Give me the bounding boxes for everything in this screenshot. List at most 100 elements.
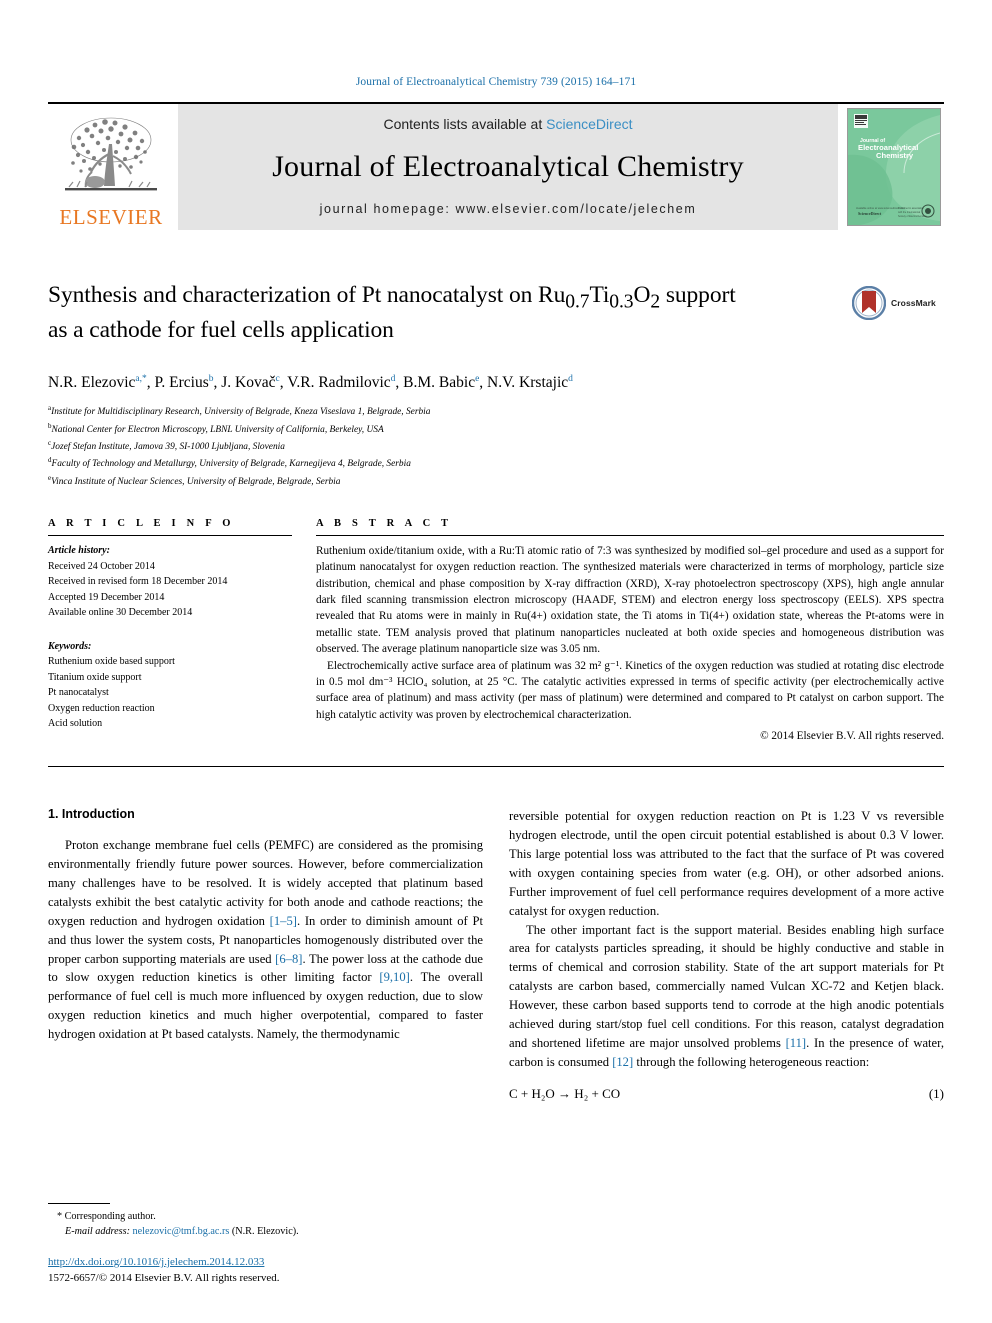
history-item: Accepted 19 December 2014 [48, 591, 165, 603]
elsevier-logo: ELSEVIER [48, 104, 174, 230]
paper-page: Journal of Electroanalytical Chemistry 7… [0, 0, 992, 1323]
author-item: J. Kovačc [221, 374, 279, 391]
author-item: N.V. Krstajicd [487, 374, 573, 391]
keyword-item: Oxygen reduction reaction [48, 702, 155, 714]
running-head: Journal of Electroanalytical Chemistry 7… [355, 76, 637, 88]
sciencedirect-link[interactable]: ScienceDirect [546, 116, 632, 132]
contents-prefix: Contents lists available at [383, 116, 547, 132]
abstract-bottom-divider [48, 766, 944, 768]
article-history-block: Article history: Received 24 October 201… [48, 543, 292, 621]
journal-homepage-link[interactable]: journal homepage: www.elsevier.com/locat… [320, 202, 697, 216]
history-item: Received 24 October 2014 [48, 560, 155, 572]
abstract-column: A B S T R A C T Ruthenium oxide/titanium… [316, 518, 944, 744]
corresponding-author-note: * Corresponding author. [57, 1210, 156, 1222]
title-part-3: O [633, 282, 651, 308]
svg-text:ScienceDirect: ScienceDirect [858, 211, 882, 216]
keyword-item: Pt nanocatalyst [48, 687, 109, 699]
intro-paragraph-1: Proton exchange membrane fuel cells (PEM… [48, 836, 483, 1044]
doi-link[interactable]: http://dx.doi.org/10.1016/j.jelechem.201… [48, 1255, 483, 1271]
article-title-block: Synthesis and characterization of Pt nan… [48, 280, 944, 356]
article-info-column: A R T I C L E I N F O Article history: R… [48, 518, 292, 744]
crossmark-badge[interactable]: CrossMark [852, 280, 944, 326]
citation-ref-6-8[interactable]: [6–8] [275, 952, 302, 966]
author-name: V.R. Radmilovic [287, 374, 391, 392]
affiliation-item: dFaculty of Technology and Metallurgy, U… [48, 455, 944, 472]
author-item: B.M. Babice [403, 374, 479, 391]
email-address-note: E-mail address: nelezovic@tmf.bg.ac.rs (… [48, 1224, 483, 1239]
author-affil-mark[interactable]: c [275, 374, 279, 384]
journal-cover-thumbnail[interactable]: Journal of Electroanalytical Chemistry A… [844, 104, 944, 230]
author-item: V.R. Radmilovicd [287, 374, 395, 391]
email-owner: (N.R. Elezovic). [231, 1225, 299, 1237]
journal-cover-art: Journal of Electroanalytical Chemistry A… [848, 109, 940, 225]
equation-number: (1) [928, 1085, 944, 1101]
affiliation-text: Institute for Multidisciplinary Research… [51, 407, 431, 418]
abstract-rule [316, 535, 944, 537]
issn-copyright-line: 1572-6657/© 2014 Elsevier B.V. All right… [48, 1272, 280, 1285]
equation-expression: C + H₂O → H₂ + CO [509, 1085, 621, 1101]
author-affil-mark[interactable]: a,* [135, 374, 146, 384]
journal-masthead: ELSEVIER Contents lists available at Sci… [48, 102, 944, 230]
svg-text:with the International: with the International [898, 211, 921, 214]
email-link[interactable]: nelezovic@tmf.bg.ac.rs [133, 1226, 230, 1237]
author-affil-mark[interactable]: d [568, 374, 573, 384]
elsevier-tree-icon [65, 117, 157, 191]
body-columns: 1. Introduction Proton exchange membrane… [48, 807, 944, 1101]
contents-available-line: Contents lists available at ScienceDirec… [383, 116, 632, 132]
author-affil-mark[interactable]: d [391, 374, 396, 384]
history-item: Available online 30 December 2014 [48, 607, 193, 619]
keywords-block: Keywords: Ruthenium oxide based support … [48, 639, 292, 732]
history-item: Received in revised form 18 December 201… [48, 576, 228, 588]
keyword-item: Titanium oxide support [48, 671, 142, 683]
keywords-label: Keywords: [48, 640, 92, 652]
support-text-a: The other important fact is the support … [509, 922, 944, 1050]
intro-paragraph-2-continued: reversible potential for oxygen reductio… [509, 809, 944, 918]
keyword-item: Acid solution [48, 718, 103, 730]
author-affil-mark[interactable]: e [475, 374, 479, 384]
journal-title: Journal of Electroanalytical Chemistry [272, 150, 744, 183]
author-name: J. Kovač [221, 374, 276, 392]
citation-ref-12[interactable]: [12] [612, 1055, 633, 1069]
abstract-heading: A B S T R A C T [316, 518, 453, 530]
abstract-paragraph: Ruthenium oxide/titanium oxide, with a R… [316, 545, 944, 656]
title-sub-1: 0.7 [565, 291, 590, 313]
author-name: N.R. Elezovic [48, 374, 136, 392]
crossmark-label: CrossMark [891, 298, 936, 308]
author-name: N.V. Krstajic [487, 374, 569, 392]
affiliation-text: Jozef Stefan Institute, Jamova 39, SI-10… [51, 442, 285, 453]
svg-text:Society of Electrochemistry: Society of Electrochemistry [898, 215, 928, 218]
author-name: P. Ercius [154, 374, 209, 392]
affiliation-text: Faculty of Technology and Metallurgy, Un… [51, 459, 411, 470]
page-footnote: * Corresponding author. E-mail address: … [48, 1202, 483, 1287]
citation-ref-1-5[interactable]: [1–5] [270, 914, 297, 928]
intro-paragraph-3: The other important fact is the support … [509, 921, 944, 1072]
abstract-text: Ruthenium oxide/titanium oxide, with a R… [316, 543, 944, 744]
title-part-2: Ti [589, 282, 610, 308]
author-name: B.M. Babic [403, 374, 476, 392]
title-sub-3: 2 [650, 291, 661, 313]
body-right-column: reversible potential for oxygen reductio… [509, 807, 944, 1101]
title-line-2: as a cathode for fuel cells application [48, 317, 394, 344]
info-abstract-section: A R T I C L E I N F O Article history: R… [48, 518, 944, 744]
author-list: N.R. Elezovica,*, P. Erciusb, J. Kovačc,… [48, 374, 573, 392]
abstract-copyright: © 2014 Elsevier B.V. All rights reserved… [760, 729, 944, 742]
abstract-paragraph: Electrochemically active surface area of… [316, 659, 944, 721]
affiliation-item: aInstitute for Multidisciplinary Researc… [48, 403, 944, 420]
author-affil-mark[interactable]: b [209, 374, 214, 384]
equation-1: C + H₂O → H₂ + CO (1) [509, 1086, 944, 1102]
author-item: N.R. Elezovica,* [48, 374, 147, 391]
title-part-1: Synthesis and characterization of Pt nan… [48, 282, 566, 308]
affiliation-text: Vinca Institute of Nuclear Sciences, Uni… [51, 476, 341, 487]
affiliation-text: National Center for Electron Microscopy,… [51, 424, 384, 435]
citation-ref-11[interactable]: [11] [786, 1036, 807, 1050]
masthead-center-panel: Contents lists available at ScienceDirec… [178, 104, 838, 230]
affiliation-item: bNational Center for Electron Microscopy… [48, 421, 944, 438]
elsevier-wordmark: ELSEVIER [59, 205, 163, 229]
article-info-rule [48, 535, 292, 537]
title-sub-2: 0.3 [609, 291, 634, 313]
affiliation-list: aInstitute for Multidisciplinary Researc… [48, 403, 944, 490]
body-left-column: 1. Introduction Proton exchange membrane… [48, 807, 483, 1101]
citation-ref-9-10[interactable]: [9,10] [379, 970, 409, 984]
keyword-item: Ruthenium oxide based support [48, 656, 175, 668]
svg-text:Published in association: Published in association [898, 207, 924, 210]
